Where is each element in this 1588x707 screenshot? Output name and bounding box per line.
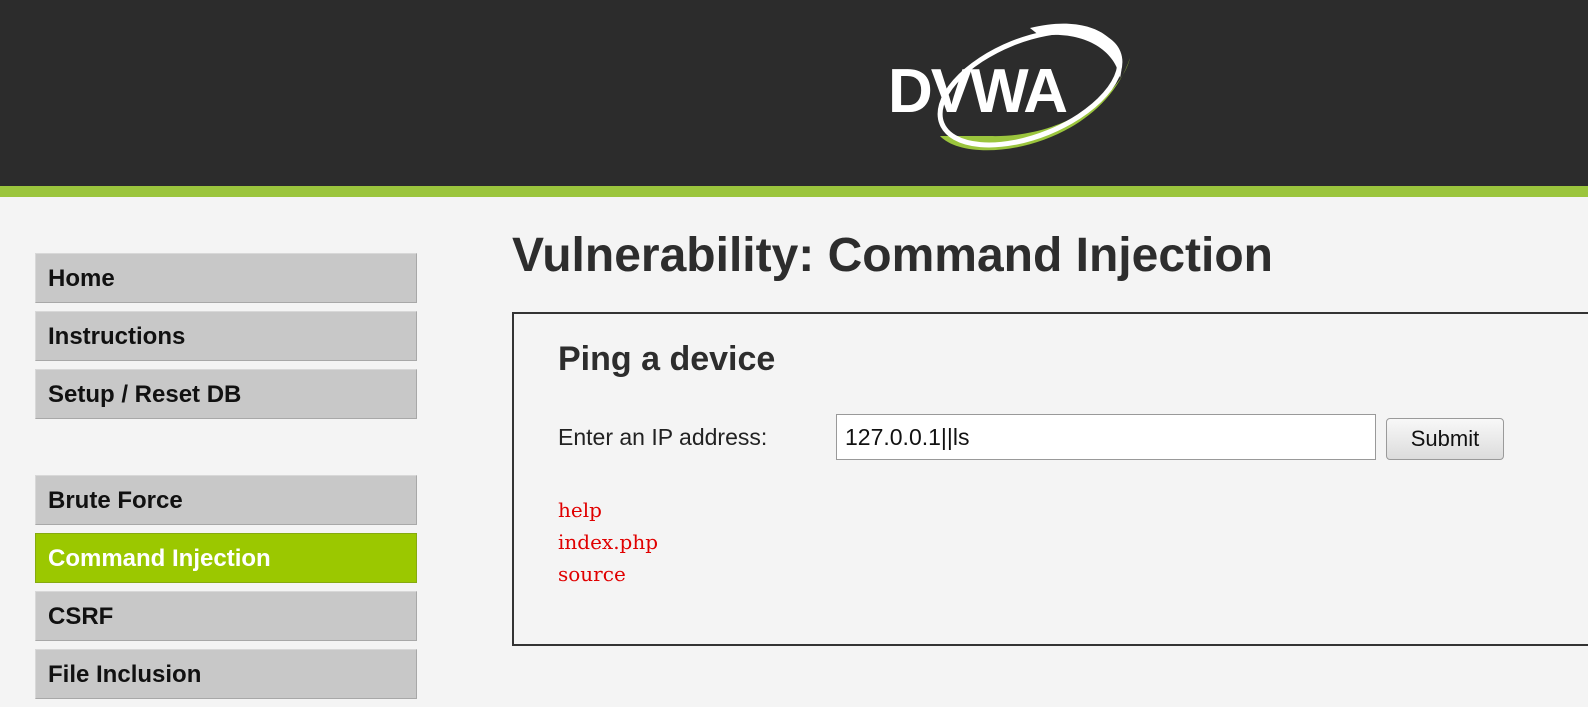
page-header: DVWA — [0, 0, 1588, 186]
box-heading: Ping a device — [558, 340, 776, 378]
header-stripe — [0, 186, 1588, 197]
menu-item-csrf[interactable]: CSRF — [35, 591, 417, 641]
page-title: Vulnerability: Command Injection — [512, 229, 1273, 282]
ip-address-input[interactable] — [836, 414, 1376, 460]
menu-item-file-inclusion[interactable]: File Inclusion — [35, 649, 417, 699]
output-line: help — [558, 498, 602, 522]
submit-button[interactable]: Submit — [1386, 418, 1504, 460]
dvwa-logo[interactable]: DVWA — [880, 18, 1140, 158]
sidebar-menu: Home Instructions Setup / Reset DB Brute… — [35, 253, 417, 707]
menu-gap — [35, 427, 417, 475]
menu-item-command-injection[interactable]: Command Injection — [35, 533, 417, 583]
menu-item-brute-force[interactable]: Brute Force — [35, 475, 417, 525]
output-line: index.php — [558, 530, 659, 554]
output-line: source — [558, 562, 626, 586]
menu-item-home[interactable]: Home — [35, 253, 417, 303]
menu-item-setup-reset-db[interactable]: Setup / Reset DB — [35, 369, 417, 419]
menu-item-instructions[interactable]: Instructions — [35, 311, 417, 361]
vulnerable-code-area: Ping a device Enter an IP address: Submi… — [512, 312, 1588, 646]
command-output: help index.php source — [558, 494, 658, 590]
logo-text: DVWA — [888, 57, 1068, 126]
ip-address-label: Enter an IP address: — [558, 424, 768, 450]
